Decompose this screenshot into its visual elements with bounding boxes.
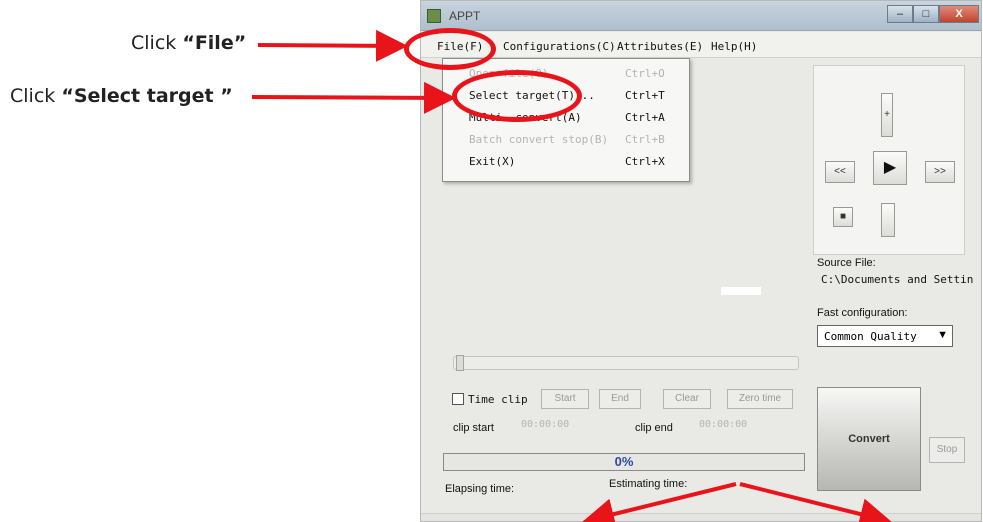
arrow-to-file: [257, 29, 408, 62]
arrow-down-right: [739, 482, 892, 522]
annotation-arrows: [251, 29, 892, 522]
arrow-down-left: [582, 482, 737, 522]
arrow-to-select-target: [251, 81, 456, 114]
